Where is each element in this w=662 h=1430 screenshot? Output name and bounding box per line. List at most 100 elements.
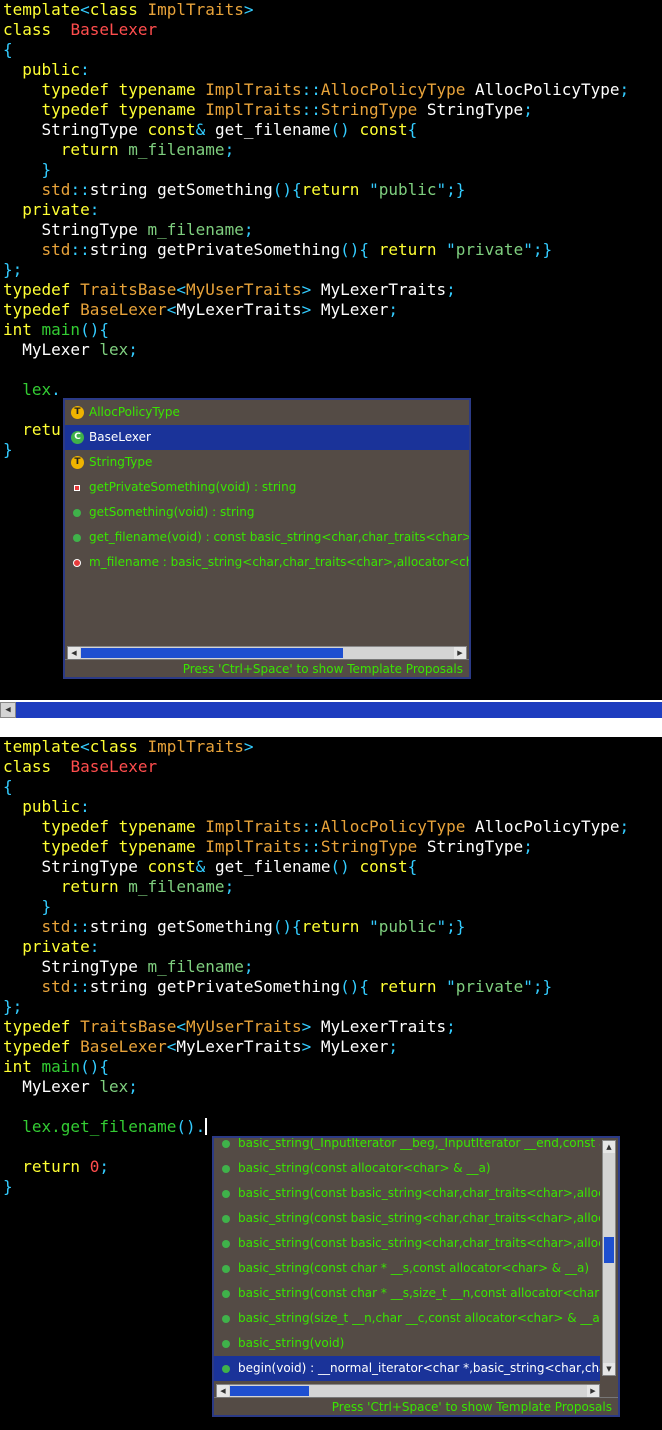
completion-item[interactable]: getPrivateSomething(void) : string <box>65 475 469 500</box>
popup-horizontal-scrollbar[interactable]: ◀ ▶ <box>216 1384 600 1398</box>
scrollbar-thumb[interactable] <box>81 648 343 658</box>
code-line[interactable]: template<class ImplTraits> <box>3 0 629 20</box>
code-token: ; <box>446 280 456 299</box>
scroll-left-arrow-icon[interactable]: ◀ <box>217 1385 229 1397</box>
code-line[interactable]: { <box>3 777 629 797</box>
code-line[interactable]: return m_filename; <box>3 140 629 160</box>
code-line[interactable]: typedef typename ImplTraits::AllocPolicy… <box>3 817 630 837</box>
completion-popup[interactable]: T AllocPolicyType C BaseLexer T StringType get… <box>63 398 471 679</box>
completion-item[interactable]: basic_string(const allocator<char> & __a… <box>214 1156 600 1181</box>
code-token: class <box>89 0 148 19</box>
code-line[interactable]: template<class ImplTraits> <box>3 737 629 757</box>
scroll-left-arrow-icon[interactable]: ◀ <box>68 647 80 659</box>
code-line[interactable]: typedef TraitsBase<MyUserTraits> MyLexer… <box>3 1017 629 1037</box>
completion-item[interactable]: basic_string(void) <box>214 1331 600 1356</box>
code-area[interactable]: template<class ImplTraits> class BaseLexe… <box>3 737 629 1197</box>
code-line[interactable]: { <box>3 40 629 60</box>
code-line[interactable] <box>3 360 629 380</box>
editor-horizontal-scrollbar[interactable]: ◀ <box>0 700 662 722</box>
code-line[interactable]: typedef BaseLexer<MyLexerTraits> MyLexer… <box>3 1037 629 1057</box>
code-line[interactable]: int main(){ <box>3 320 629 340</box>
editor-pane-top[interactable]: template<class ImplTraits> class BaseLexe… <box>0 0 662 700</box>
code-line[interactable]: std::string getPrivateSomething(){ retur… <box>3 240 629 260</box>
completion-item[interactable]: basic_string(const basic_string<char,cha… <box>214 1231 600 1256</box>
scrollbar-thumb[interactable] <box>604 1237 614 1263</box>
code-line[interactable]: StringType const& get_filename() const{ <box>3 857 629 877</box>
code-line[interactable]: lex. <box>3 380 629 400</box>
code-line[interactable]: typedef typename ImplTraits::StringType … <box>3 100 629 120</box>
code-line[interactable]: StringType const& get_filename() const{ <box>3 120 629 140</box>
completion-item[interactable]: T StringType <box>65 450 469 475</box>
code-line[interactable]: class BaseLexer <box>3 20 629 40</box>
code-token: StringType <box>320 100 418 119</box>
code-line[interactable]: std::string getSomething(){return "publi… <box>3 180 629 200</box>
code-token: :: <box>70 917 90 936</box>
scroll-right-arrow-icon[interactable]: ▶ <box>587 1385 599 1397</box>
scrollbar-track[interactable] <box>0 702 662 718</box>
completion-item[interactable]: m_filename : basic_string<char,char_trai… <box>65 550 469 575</box>
code-line[interactable]: int main(){ <box>3 1057 629 1077</box>
code-token: MyLexerTraits <box>320 1017 447 1036</box>
scroll-left-arrow-icon[interactable]: ◀ <box>0 702 16 718</box>
completion-item[interactable]: get_filename(void) : const basic_string<… <box>65 525 469 550</box>
completion-popup[interactable]: basic_string(_InputIterator __beg,_Input… <box>212 1136 620 1417</box>
code-line[interactable]: }; <box>3 997 629 1017</box>
completion-list[interactable]: basic_string(_InputIterator __beg,_Input… <box>214 1138 600 1381</box>
completion-item[interactable]: basic_string(const basic_string<char,cha… <box>214 1206 600 1231</box>
public-method-icon <box>222 1365 230 1373</box>
code-line[interactable]: private: <box>3 937 629 957</box>
code-line[interactable]: } <box>3 160 629 180</box>
code-line[interactable]: class BaseLexer <box>3 757 629 777</box>
code-token: > <box>301 1017 321 1036</box>
code-line[interactable]: typedef TraitsBase<MyUserTraits> MyLexer… <box>3 280 629 300</box>
code-line[interactable]: StringType m_filename; <box>3 220 629 240</box>
completion-item[interactable]: basic_string(const basic_string<char,cha… <box>214 1181 600 1206</box>
completion-list[interactable]: T AllocPolicyType C BaseLexer T StringType get… <box>65 400 469 575</box>
scroll-right-arrow-icon[interactable]: ▶ <box>454 647 466 659</box>
code-line[interactable]: } <box>3 897 629 917</box>
code-token: :: <box>70 977 90 996</box>
code-line[interactable]: MyLexer lex; <box>3 1077 629 1097</box>
code-line[interactable]: std::string getPrivateSomething(){ retur… <box>3 977 629 997</box>
completion-item[interactable]: begin(void) : __normal_iterator<char *,b… <box>214 1356 600 1381</box>
completion-item[interactable]: basic_string(const char * __s,const allo… <box>214 1256 600 1281</box>
code-line[interactable]: private: <box>3 200 629 220</box>
popup-horizontal-scrollbar[interactable]: ◀ ▶ <box>67 646 467 660</box>
scroll-up-arrow-icon[interactable]: ▲ <box>603 1141 615 1153</box>
code-line[interactable]: lex.get_filename(). <box>3 1117 629 1137</box>
completion-item[interactable]: T AllocPolicyType <box>65 400 469 425</box>
code-line[interactable]: return m_filename; <box>3 877 629 897</box>
code-token: } <box>3 1177 13 1196</box>
code-token: ; <box>243 957 254 976</box>
code-line[interactable]: std::string getSomething(){return "publi… <box>3 917 629 937</box>
code-line[interactable]: typedef typename ImplTraits::AllocPolicy… <box>3 80 630 100</box>
completion-item[interactable]: getSomething(void) : string <box>65 500 469 525</box>
completion-item[interactable]: C BaseLexer <box>65 425 469 450</box>
scroll-down-arrow-icon[interactable]: ▼ <box>603 1363 615 1375</box>
completion-item[interactable]: basic_string(const char * __s,size_t __n… <box>214 1281 600 1306</box>
code-line[interactable]: }; <box>3 260 629 280</box>
code-token: ";} <box>523 977 553 996</box>
code-line[interactable]: typedef typename ImplTraits::StringType … <box>3 837 629 857</box>
code-token: int <box>3 1057 42 1076</box>
code-line[interactable]: public: <box>3 60 629 80</box>
code-line[interactable]: StringType m_filename; <box>3 957 629 977</box>
code-token: BaseLexer <box>80 1037 167 1056</box>
private-method-icon <box>74 485 80 491</box>
completion-item[interactable]: basic_string(size_t __n,char __c,const a… <box>214 1306 600 1331</box>
completion-item-label: basic_string(const basic_string<char,cha… <box>238 1186 600 1200</box>
code-line[interactable]: typedef BaseLexer<MyLexerTraits> MyLexer… <box>3 300 629 320</box>
completion-item-label: m_filename : basic_string<char,char_trai… <box>89 555 469 569</box>
code-token: ; <box>224 140 235 159</box>
code-line[interactable]: MyLexer lex; <box>3 340 629 360</box>
scrollbar-thumb[interactable] <box>230 1386 309 1396</box>
code-line[interactable]: public: <box>3 797 629 817</box>
popup-vertical-scrollbar[interactable]: ▲ ▼ <box>602 1140 616 1376</box>
completion-item[interactable]: basic_string(_InputIterator __beg,_Input… <box>214 1138 600 1156</box>
code-area[interactable]: template<class ImplTraits> class BaseLexe… <box>3 0 629 460</box>
code-line[interactable] <box>3 1097 629 1117</box>
